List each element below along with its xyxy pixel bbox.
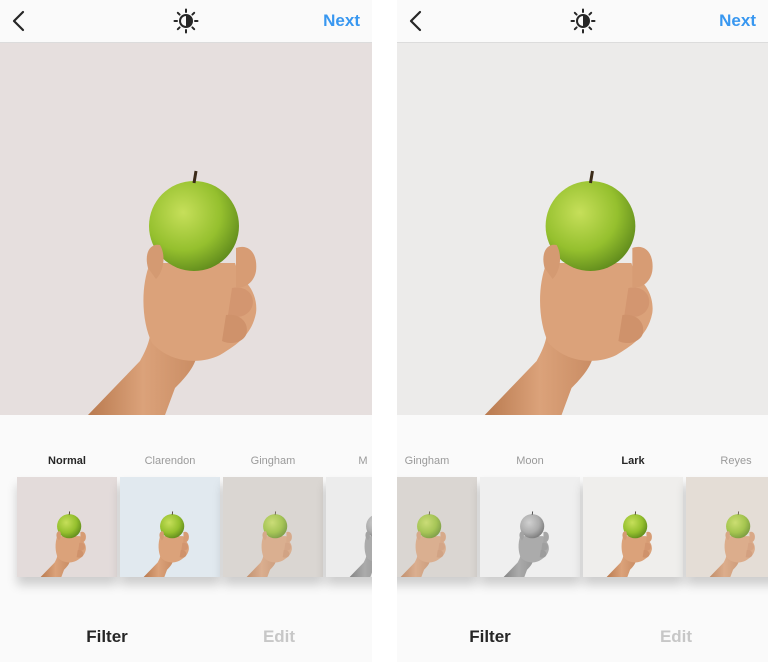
filter-thumb-moon[interactable] [480, 477, 580, 577]
filter-strip: Normal Clarendon Gingham M [0, 415, 372, 615]
filter-thumb-lark[interactable] [583, 477, 683, 577]
tab-edit[interactable]: Edit [219, 627, 339, 647]
filter-names: Gingham Moon Lark Reyes [397, 455, 768, 471]
chevron-left-icon[interactable] [407, 10, 425, 32]
bottom-tabs: Filter Edit [0, 615, 372, 662]
lux-brightness-icon[interactable] [173, 8, 199, 34]
tab-edit[interactable]: Edit [616, 627, 736, 647]
filter-thumb-gingham[interactable] [397, 477, 477, 577]
next-button[interactable]: Next [719, 11, 756, 31]
filter-thumb-clarendon[interactable] [120, 477, 220, 577]
tab-filter[interactable]: Filter [47, 627, 167, 647]
filter-names: Normal Clarendon Gingham M [0, 455, 372, 471]
top-bar: Next [397, 0, 768, 43]
right-screen: Next Gingham Moon Lark Reyes Filter Edit [397, 0, 768, 662]
filter-name-clarendon[interactable]: Clarendon [120, 455, 220, 467]
filter-name-gingham[interactable]: Gingham [397, 455, 477, 467]
filter-thumb-m[interactable] [326, 477, 372, 577]
filter-name-lark[interactable]: Lark [583, 455, 683, 467]
next-button[interactable]: Next [323, 11, 360, 31]
screen-divider [372, 0, 397, 662]
filter-name-m[interactable]: M [313, 455, 372, 467]
filter-thumb-reyes[interactable] [686, 477, 768, 577]
chevron-left-icon[interactable] [10, 10, 28, 32]
filter-name-reyes[interactable]: Reyes [686, 455, 768, 467]
filter-strip: Gingham Moon Lark Reyes [397, 415, 768, 615]
filter-thumb-normal[interactable] [17, 477, 117, 577]
filter-thumb-gingham[interactable] [223, 477, 323, 577]
photo-preview [397, 43, 768, 415]
photo-preview [0, 43, 372, 415]
filter-name-gingham[interactable]: Gingham [223, 455, 323, 467]
lux-brightness-icon[interactable] [570, 8, 596, 34]
bottom-tabs: Filter Edit [397, 615, 768, 662]
top-bar: Next [0, 0, 372, 43]
filter-name-moon[interactable]: Moon [480, 455, 580, 467]
filter-thumbnails [0, 477, 372, 577]
filter-thumbnails [397, 477, 768, 577]
filter-name-normal[interactable]: Normal [17, 455, 117, 467]
left-screen: Next Normal Clarendon Gingham M Filter E… [0, 0, 372, 662]
tab-filter[interactable]: Filter [430, 627, 550, 647]
